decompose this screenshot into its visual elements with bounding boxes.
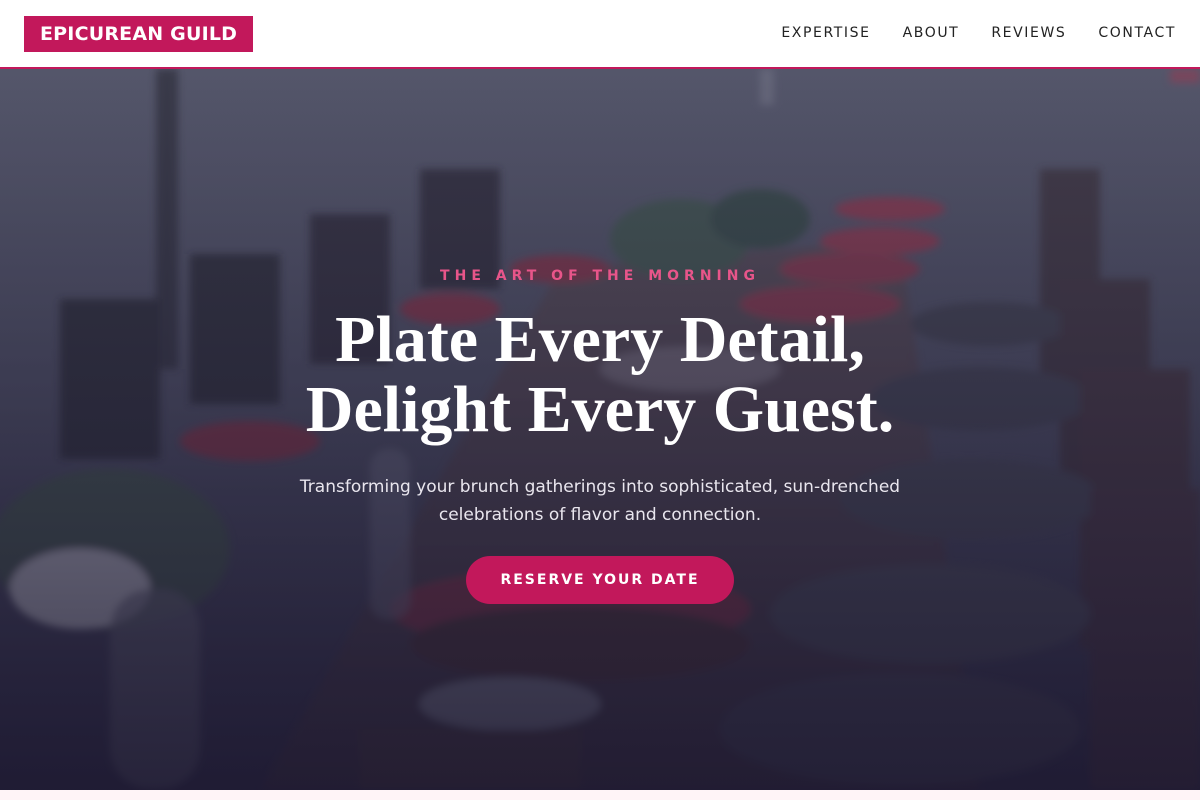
nav-link-contact[interactable]: CONTACT [1098,22,1176,44]
hero-content: THE ART OF THE MORNING Plate Every Detai… [0,69,1200,790]
nav-link-reviews[interactable]: REVIEWS [991,22,1066,44]
brand-logo[interactable]: EPICUREAN GUILD [24,16,254,52]
nav-link-about[interactable]: ABOUT [903,22,960,44]
site-header: EPICUREAN GUILD EXPERTISE ABOUT REVIEWS … [0,0,1200,69]
bottom-strip [0,790,1200,800]
hero-subtext: Transforming your brunch gatherings into… [299,477,901,525]
hero-headline-line1: Plate Every Detail, [335,303,865,376]
hero-headline-line2: Delight Every Guest. [305,373,895,446]
hero-headline: Plate Every Detail, Delight Every Guest. [0,305,1200,445]
main-nav: EXPERTISE ABOUT REVIEWS CONTACT [781,22,1176,44]
reserve-date-button[interactable]: RESERVE YOUR DATE [466,556,734,604]
nav-link-expertise[interactable]: EXPERTISE [781,22,870,44]
hero-eyebrow: THE ART OF THE MORNING [440,268,760,284]
